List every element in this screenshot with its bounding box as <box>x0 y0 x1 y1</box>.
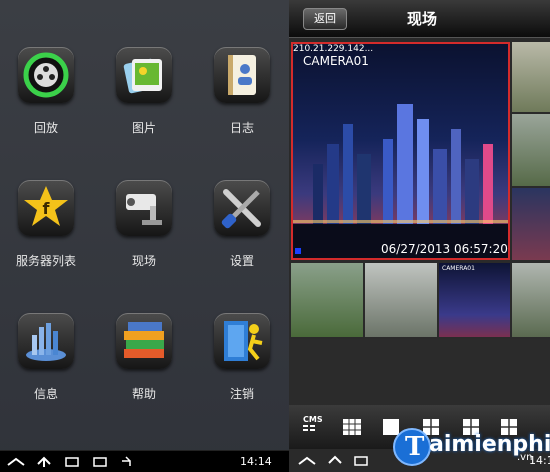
app-label: 设置 <box>229 254 254 268</box>
cms-label: CMS <box>303 415 323 424</box>
app-settings[interactable]: 设置 <box>196 180 288 290</box>
cms-grid-icon <box>303 425 315 431</box>
app-logout[interactable]: 注销 <box>196 313 288 423</box>
camera-tile[interactable] <box>365 263 437 337</box>
app-help[interactable]: 帮助 <box>98 313 190 423</box>
app-launcher-panel: 回放 图片 日志 f 服务器列表 现场 设置 信息 帮助 注销 14:14 <box>0 0 289 472</box>
app-label: 注销 <box>229 387 254 401</box>
cms-button[interactable]: CMS <box>303 415 323 432</box>
camera-name: CAMERA01 <box>303 54 369 68</box>
app-label: 日志 <box>229 121 254 135</box>
page-title: 现场 <box>407 10 438 28</box>
status-clock: 14:14 <box>240 455 272 468</box>
settings-tools-icon <box>214 180 270 236</box>
empty-grid-area <box>289 339 550 405</box>
camera-tile[interactable] <box>512 188 550 260</box>
log-notebook-icon <box>214 47 270 103</box>
camera-tile[interactable] <box>291 263 363 337</box>
app-log[interactable]: 日志 <box>196 47 288 157</box>
city-night-image <box>293 104 508 258</box>
camera-tile[interactable] <box>512 114 550 186</box>
photo-album-icon <box>116 47 172 103</box>
app-playback[interactable]: 回放 <box>0 47 92 157</box>
app-label: 信息 <box>33 387 58 401</box>
camera-tile-main[interactable]: 210.21.229.142... CAMERA01 06/27/2013 06… <box>291 42 510 260</box>
camera-ip: 210.21.229.142... <box>293 44 374 54</box>
system-navigation-bar: 14:14 <box>0 450 289 472</box>
nav-buttons-icon[interactable] <box>297 454 387 468</box>
app-photos[interactable]: 图片 <box>98 47 190 157</box>
camera-tile[interactable] <box>512 42 550 112</box>
app-label: 图片 <box>131 121 156 135</box>
svg-text:f: f <box>43 199 51 218</box>
logout-door-icon <box>214 313 270 369</box>
app-label: 现场 <box>131 254 156 268</box>
system-navigation-bar: 14:1 <box>289 450 550 472</box>
playback-film-icon <box>18 47 74 103</box>
app-info[interactable]: 信息 <box>0 313 92 423</box>
grid-3x3-icon[interactable] <box>343 419 363 437</box>
live-header: 返回 现场 <box>289 0 550 38</box>
nav-buttons-icon[interactable] <box>6 455 146 469</box>
camera-timestamp: 06/27/2013 06:57:20 <box>381 242 508 256</box>
server-list-star-icon: f <box>18 180 74 236</box>
app-label: 帮助 <box>131 387 156 401</box>
status-clock: 14:1 <box>529 454 550 467</box>
app-label: 回放 <box>33 121 58 135</box>
help-books-icon <box>116 313 172 369</box>
back-button[interactable]: 返回 <box>303 8 347 30</box>
app-label: 服务器列表 <box>15 254 76 268</box>
live-camera-icon <box>116 180 172 236</box>
app-server-list[interactable]: f 服务器列表 <box>0 180 92 290</box>
camera-name: CAMERA01 <box>442 265 475 272</box>
camera-tile[interactable] <box>512 263 550 337</box>
camera-tile[interactable]: CAMERA01 <box>439 263 510 337</box>
live-view-panel: 返回 现场 210.21.229.142... CAMERA01 06/27/2… <box>289 0 550 472</box>
app-live[interactable]: 现场 <box>98 180 190 290</box>
recording-indicator <box>295 248 301 254</box>
info-chart-icon <box>18 313 74 369</box>
